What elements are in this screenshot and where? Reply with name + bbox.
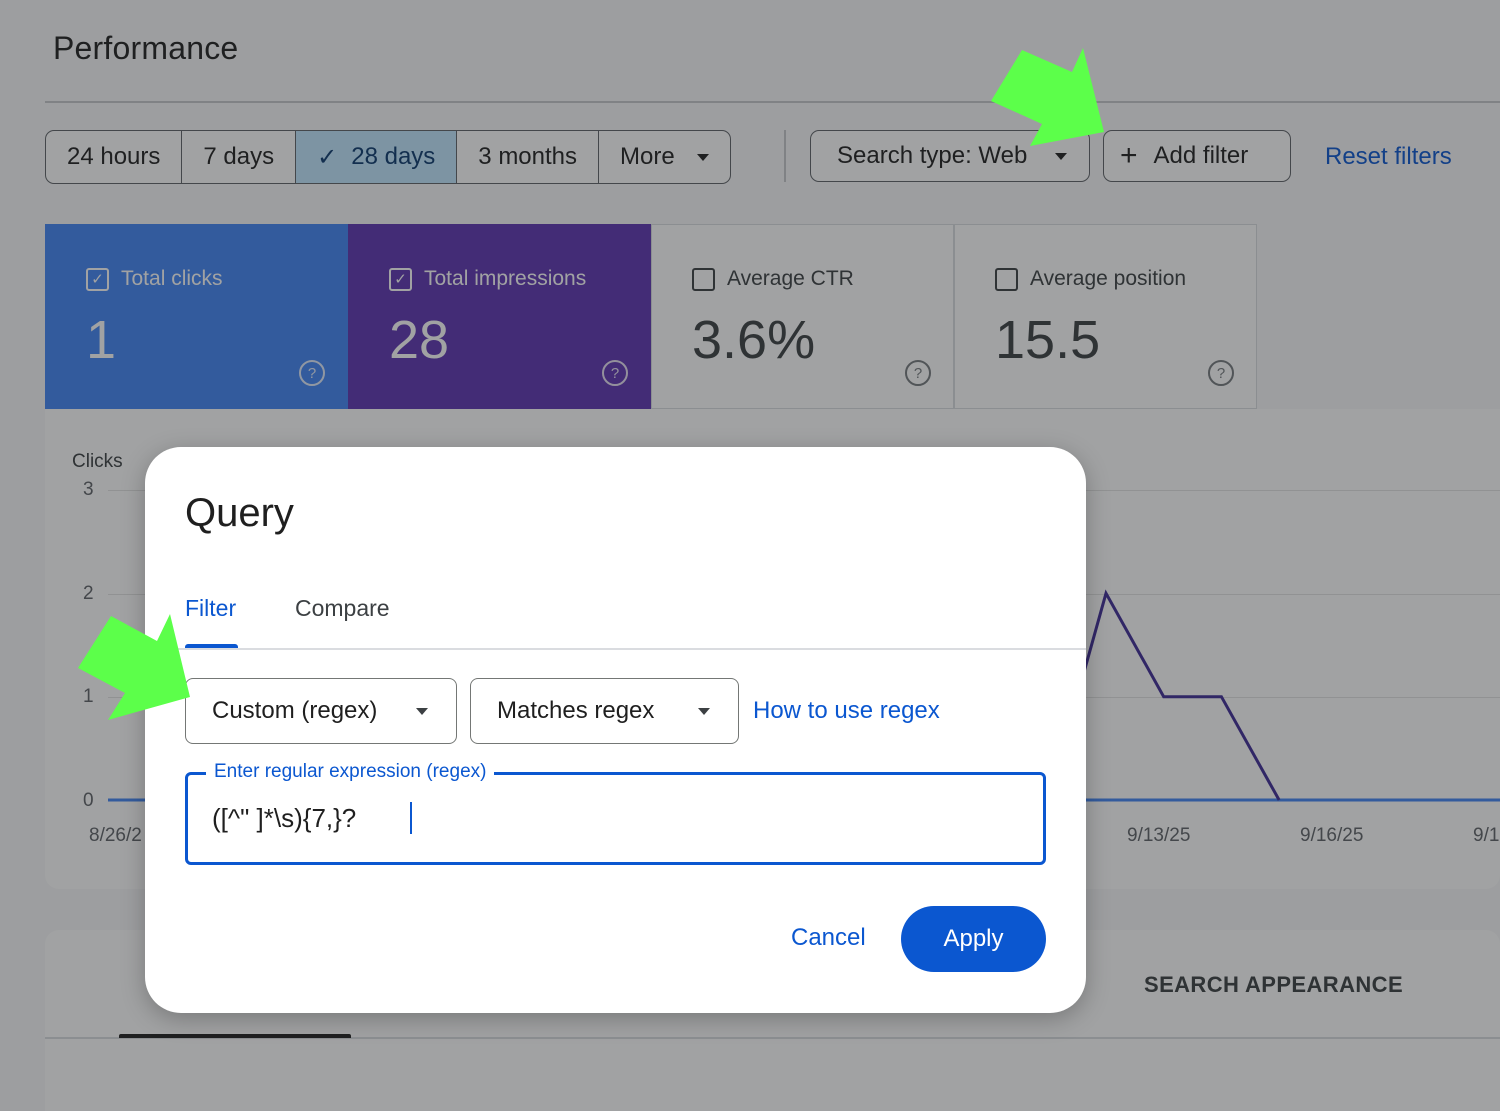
regex-input[interactable]: [212, 803, 1012, 834]
how-to-use-regex-link[interactable]: How to use regex: [753, 697, 940, 725]
dimension-select-value: Custom (regex): [212, 697, 378, 724]
apply-button[interactable]: Apply: [901, 906, 1046, 972]
regex-field-label: Enter regular expression (regex): [206, 761, 495, 783]
operator-select-value: Matches regex: [497, 697, 655, 724]
tab-compare[interactable]: Compare: [295, 595, 390, 622]
tab-filter[interactable]: Filter: [185, 595, 236, 622]
tab-divider: [145, 648, 1086, 650]
dropdown-arrow-icon: [698, 707, 710, 715]
operator-select[interactable]: Matches regex: [470, 678, 739, 744]
dimension-select[interactable]: Custom (regex): [185, 678, 457, 744]
dialog-title: Query: [185, 491, 294, 535]
query-filter-dialog: Query Filter Compare Custom (regex) Matc…: [145, 447, 1086, 1013]
text-cursor: [410, 802, 412, 834]
regex-field: Enter regular expression (regex): [185, 761, 1046, 865]
dropdown-arrow-icon: [416, 707, 428, 715]
apply-label: Apply: [943, 925, 1004, 952]
cancel-button[interactable]: Cancel: [791, 924, 866, 952]
